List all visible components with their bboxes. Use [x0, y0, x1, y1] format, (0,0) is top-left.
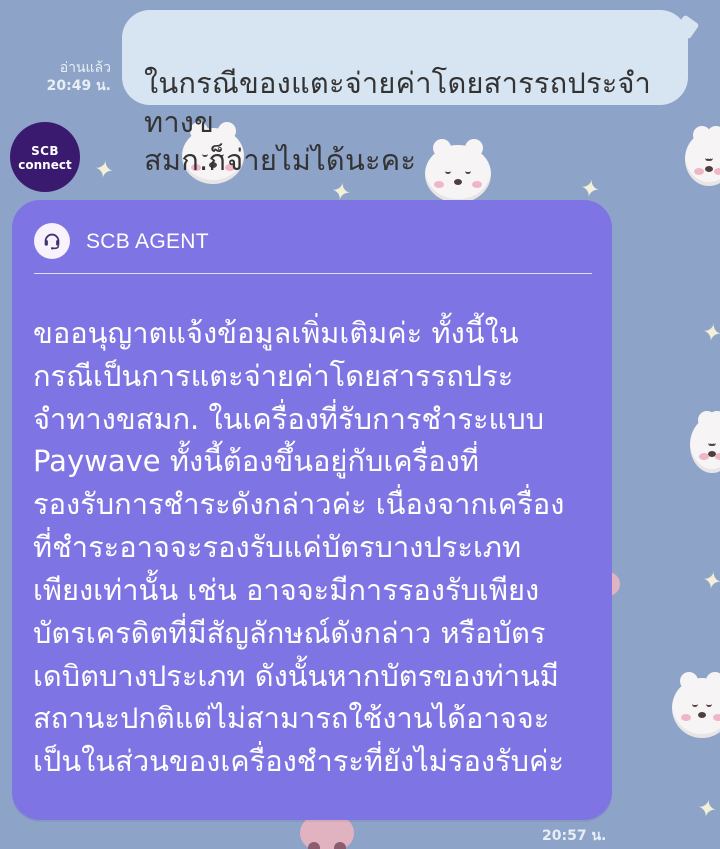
agent-message-text: ขออนุญาตแจ้งข้อมูลเพิ่มเติมค่ะ ทั้งนี้ใน… — [33, 316, 565, 779]
star-icon: ✦ — [699, 565, 720, 597]
message-time: 20:57 น. — [542, 828, 607, 844]
read-status: อ่านแล้ว — [59, 60, 111, 76]
avatar-bottom-text: connect — [18, 158, 72, 173]
bear-sticker-icon — [425, 139, 491, 203]
agent-header: SCB AGENT — [34, 220, 592, 262]
user-message-bubble: ในกรณีของแตะจ่ายค่าโดยสารรถประจำทางข สมก… — [122, 10, 688, 177]
bear-sticker-icon — [690, 411, 720, 473]
read-receipt: อ่านแล้ว 20:49 น. — [45, 60, 111, 95]
bear-sticker-icon — [685, 126, 720, 186]
star-icon: ✦ — [91, 154, 117, 186]
agent-message-card: SCB AGENT ขออนุญาตแจ้งข้อมูลเพิ่มเติมค่ะ… — [12, 200, 612, 820]
toy-car-icon — [300, 816, 354, 849]
star-icon: ✦ — [577, 173, 603, 205]
header-divider — [34, 273, 592, 274]
star-icon: ✦ — [694, 793, 720, 825]
headset-icon — [34, 223, 70, 259]
agent-title: SCB AGENT — [86, 229, 209, 253]
avatar-top-text: SCB — [31, 144, 59, 159]
read-time: 20:49 น. — [46, 78, 111, 95]
agent-avatar[interactable]: SCB connect — [10, 122, 80, 192]
star-icon: ✦ — [699, 317, 720, 349]
bear-sticker-icon — [672, 672, 720, 738]
